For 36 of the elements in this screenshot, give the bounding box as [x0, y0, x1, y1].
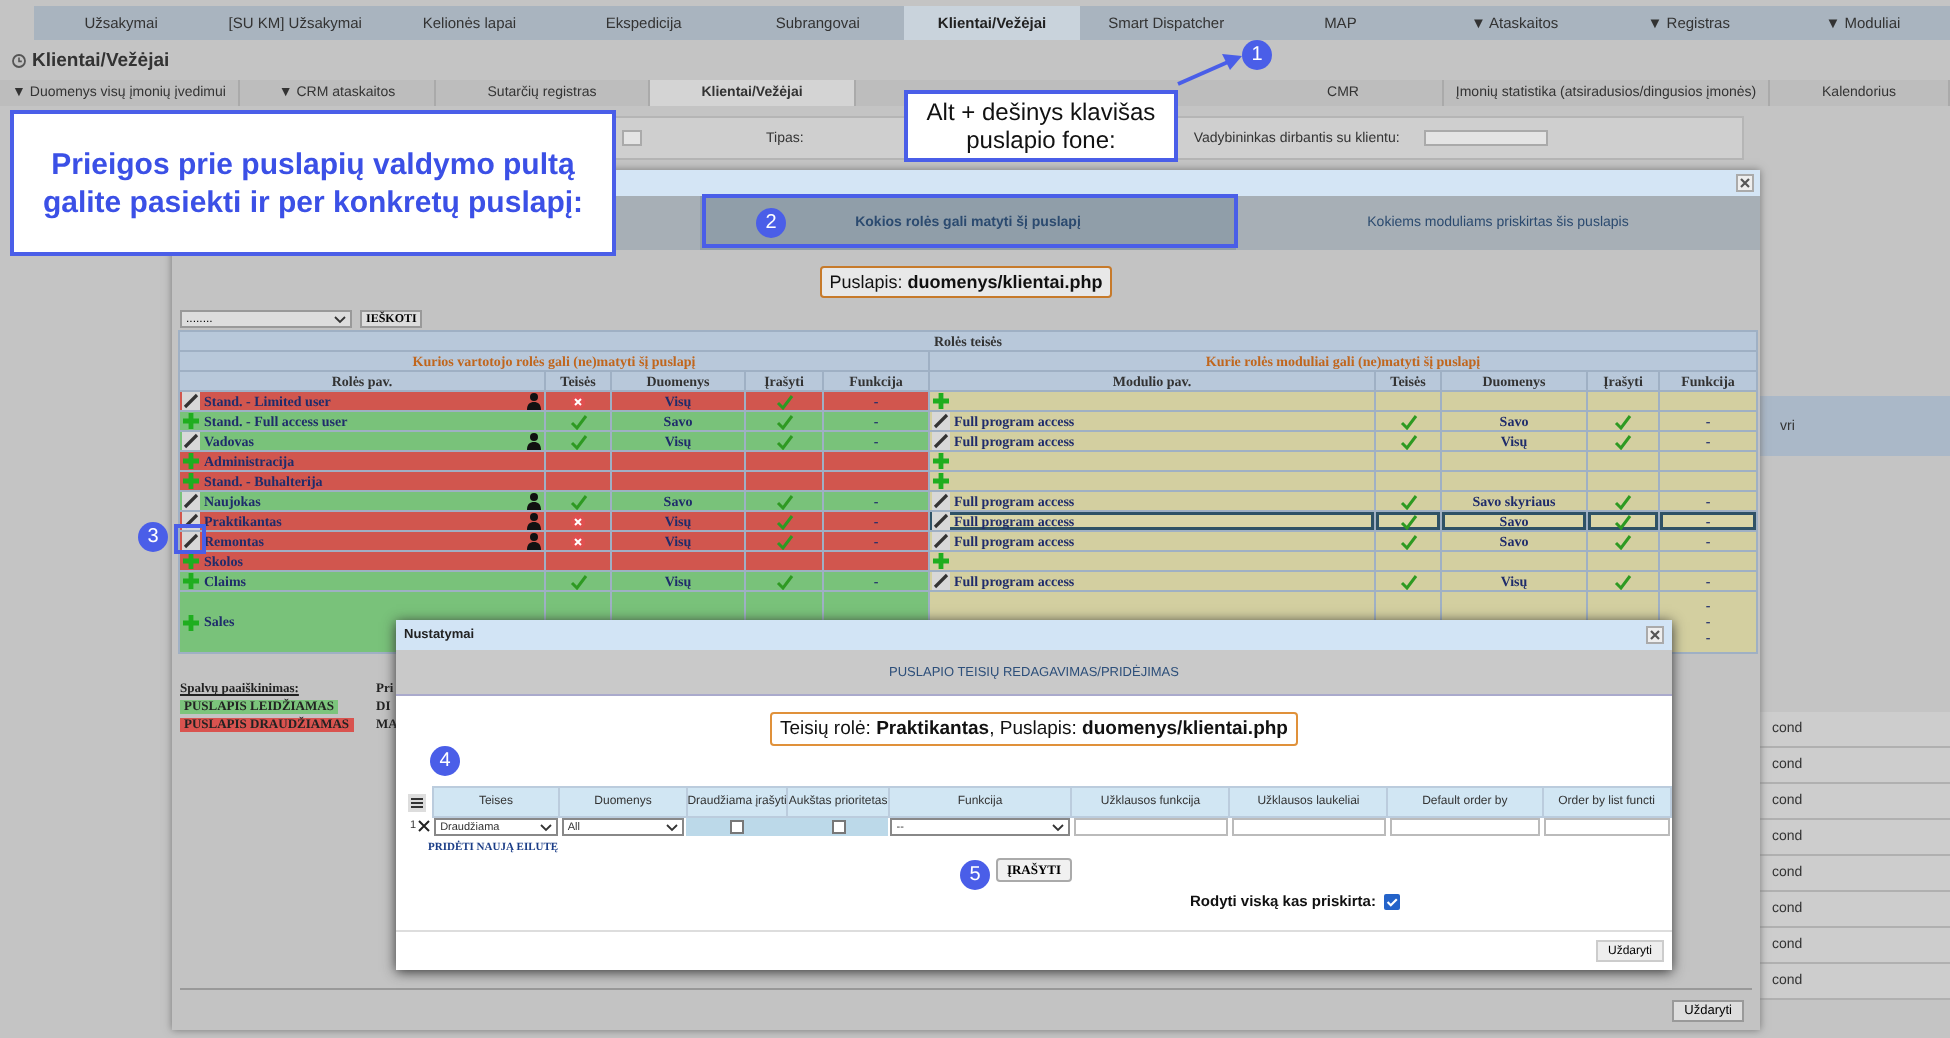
caret-icon: [666, 823, 679, 831]
input-field[interactable]: [1231, 818, 1386, 836]
pencil-icon[interactable]: [932, 412, 950, 430]
input-field[interactable]: [1544, 818, 1669, 836]
page-title: Klientai/Vežėjai: [32, 49, 170, 71]
clock-icon: [12, 53, 26, 67]
highlight-frame: [174, 524, 206, 554]
input-field[interactable]: [622, 130, 642, 146]
checkbox[interactable]: [831, 820, 846, 834]
page-path: Puslapis: duomenys/klientai.php: [819, 266, 1113, 298]
pencil-icon[interactable]: [182, 432, 200, 450]
pencil-icon[interactable]: [932, 432, 950, 450]
arrow: [1176, 52, 1244, 88]
pencil-icon[interactable]: [932, 492, 950, 510]
pencil-icon[interactable]: [932, 572, 950, 590]
menu-icon[interactable]: [408, 793, 426, 811]
callout-text: Alt + dešinys klavišas puslapio fone:: [904, 90, 1178, 162]
number-badge: 3: [138, 522, 168, 552]
role-info: Teisių rolė: Praktikantas, Puslapis: duomenys/klientai.php: [770, 712, 1298, 746]
callout-text: Prieigos prie puslapių valdymo pultą galite pasiekti ir per konkretų puslapį:: [10, 110, 616, 256]
checkbox[interactable]: [730, 820, 745, 834]
caret-icon: [334, 315, 346, 323]
input-field[interactable]: [1423, 130, 1548, 146]
pencil-icon[interactable]: [182, 392, 200, 410]
pencil-icon[interactable]: [932, 512, 950, 530]
input-field[interactable]: [1389, 818, 1541, 836]
pencil-icon[interactable]: [182, 492, 200, 510]
pencil-icon[interactable]: [932, 532, 950, 550]
pencil-icon[interactable]: [182, 532, 200, 550]
close-icon[interactable]: [1646, 626, 1664, 644]
caret-icon: [1051, 823, 1064, 831]
input-field[interactable]: [1073, 818, 1228, 836]
checkbox[interactable]: [1383, 893, 1400, 909]
caret-icon: [539, 823, 552, 831]
close-icon[interactable]: [1736, 174, 1754, 192]
delete-icon[interactable]: [418, 820, 431, 833]
